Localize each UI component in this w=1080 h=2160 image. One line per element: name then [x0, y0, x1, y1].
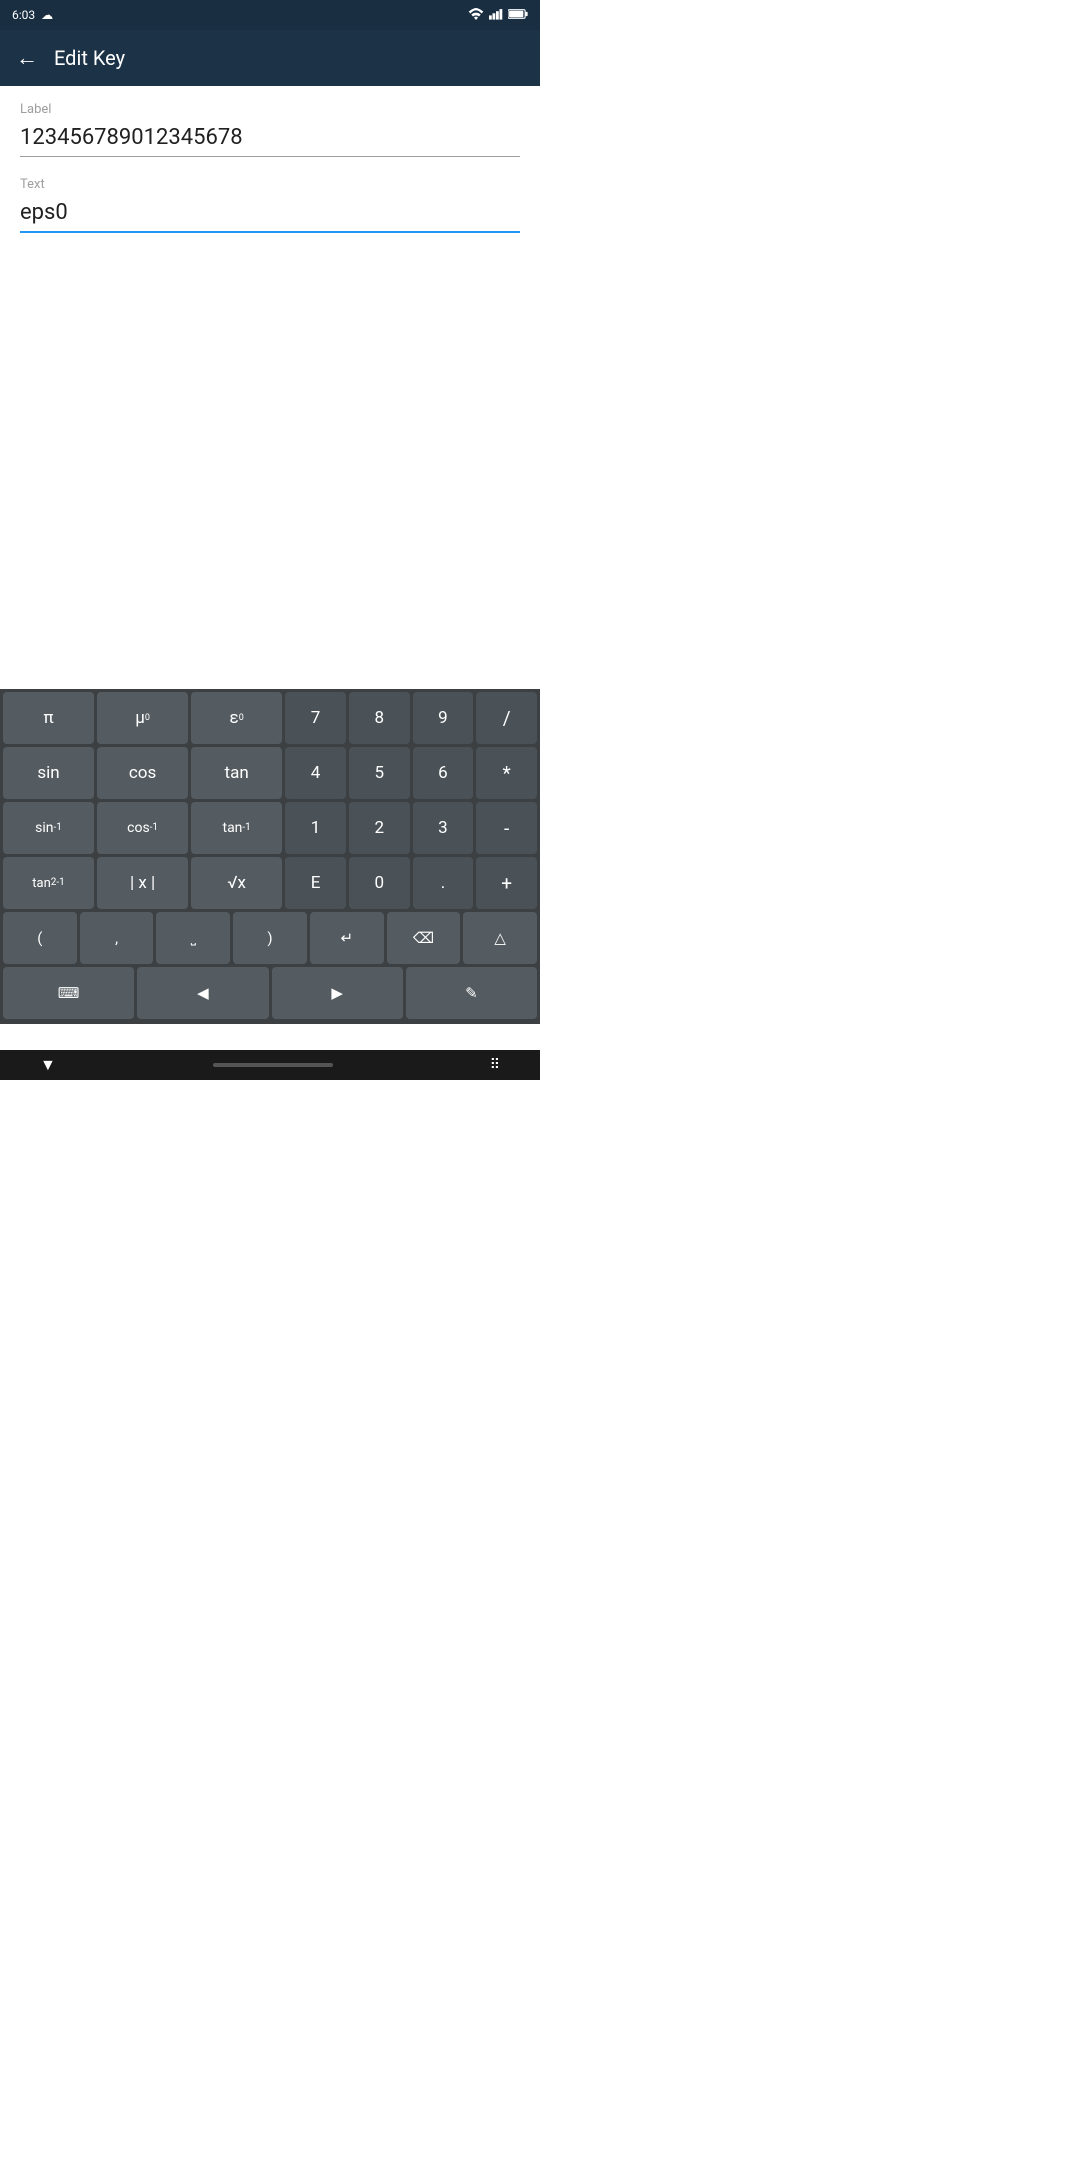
label-field-label: Label [20, 102, 520, 117]
nav-grid-button[interactable]: ⠿ [490, 1057, 500, 1073]
back-button[interactable]: ← [16, 45, 38, 71]
key-e[interactable]: E [285, 857, 346, 909]
status-bar: 6:03 ☁ [0, 0, 540, 30]
key-comma[interactable]: , [80, 912, 154, 964]
cloud-icon: ☁ [41, 8, 53, 22]
key-divide[interactable]: / [476, 692, 537, 744]
key-pi[interactable]: π [3, 692, 94, 744]
key-dot[interactable]: . [413, 857, 474, 909]
key-enter[interactable]: ↵ [310, 912, 384, 964]
key-0[interactable]: 0 [349, 857, 410, 909]
key-8[interactable]: 8 [349, 692, 410, 744]
key-backspace[interactable]: ⌫ [387, 912, 461, 964]
key-2[interactable]: 2 [349, 802, 410, 854]
key-eps0[interactable]: ε0 [191, 692, 282, 744]
key-4[interactable]: 4 [285, 747, 346, 799]
key-9[interactable]: 9 [413, 692, 474, 744]
key-lparen[interactable]: ( [3, 912, 77, 964]
key-3[interactable]: 3 [413, 802, 474, 854]
key-sin[interactable]: sin [3, 747, 94, 799]
key-minus[interactable]: - [476, 802, 537, 854]
key-edit[interactable]: ✎ [406, 967, 537, 1019]
kb-row-5: ( , ⎵ ) ↵ ⌫ △ [0, 909, 540, 964]
key-delta[interactable]: △ [463, 912, 537, 964]
key-tan[interactable]: tan [191, 747, 282, 799]
key-left[interactable]: ◀ [137, 967, 268, 1019]
key-plus[interactable]: + [476, 857, 537, 909]
key-mu0[interactable]: μ0 [97, 692, 188, 744]
key-right[interactable]: ▶ [272, 967, 403, 1019]
kb-row-4: tan2-1 | x | √x E 0 . + [0, 854, 540, 909]
nav-back-button[interactable]: ▼ [40, 1055, 56, 1075]
text-field-label: Text [20, 177, 520, 192]
key-keyboard[interactable]: ⌨ [3, 967, 134, 1019]
status-time: 6:03 [12, 8, 35, 22]
key-7[interactable]: 7 [285, 692, 346, 744]
nav-home-bar[interactable] [213, 1063, 333, 1067]
kb-row-1: π μ0 ε0 7 8 9 / [0, 689, 540, 744]
key-rparen[interactable]: ) [233, 912, 307, 964]
kb-row-nav: ⌨ ◀ ▶ ✎ [0, 964, 540, 1024]
keyboard: π μ0 ε0 7 8 9 / sin cos tan 4 5 6 * sin-… [0, 689, 540, 1024]
key-6[interactable]: 6 [413, 747, 474, 799]
text-field-value[interactable]: eps0 [20, 200, 520, 233]
key-arctan[interactable]: tan-1 [191, 802, 282, 854]
key-multiply[interactable]: * [476, 747, 537, 799]
label-field-value[interactable]: 123456789012345678 [20, 125, 520, 157]
key-arccos[interactable]: cos-1 [97, 802, 188, 854]
system-nav-bar: ▼ ⠿ [0, 1050, 540, 1080]
battery-icon [508, 8, 528, 23]
key-atan2[interactable]: tan2-1 [3, 857, 94, 909]
key-cos[interactable]: cos [97, 747, 188, 799]
app-bar: ← Edit Key [0, 30, 540, 86]
page-title: Edit Key [54, 46, 125, 70]
kb-row-2: sin cos tan 4 5 6 * [0, 744, 540, 799]
key-abs[interactable]: | x | [97, 857, 188, 909]
key-1[interactable]: 1 [285, 802, 346, 854]
key-5[interactable]: 5 [349, 747, 410, 799]
key-sqrt[interactable]: √x [191, 857, 282, 909]
kb-row-3: sin-1 cos-1 tan-1 1 2 3 - [0, 799, 540, 854]
key-arcsin[interactable]: sin-1 [3, 802, 94, 854]
form-content: Label 123456789012345678 Text eps0 [0, 86, 540, 233]
signal-icon [489, 8, 503, 23]
key-space[interactable]: ⎵ [156, 912, 230, 964]
wifi-icon [468, 8, 484, 23]
